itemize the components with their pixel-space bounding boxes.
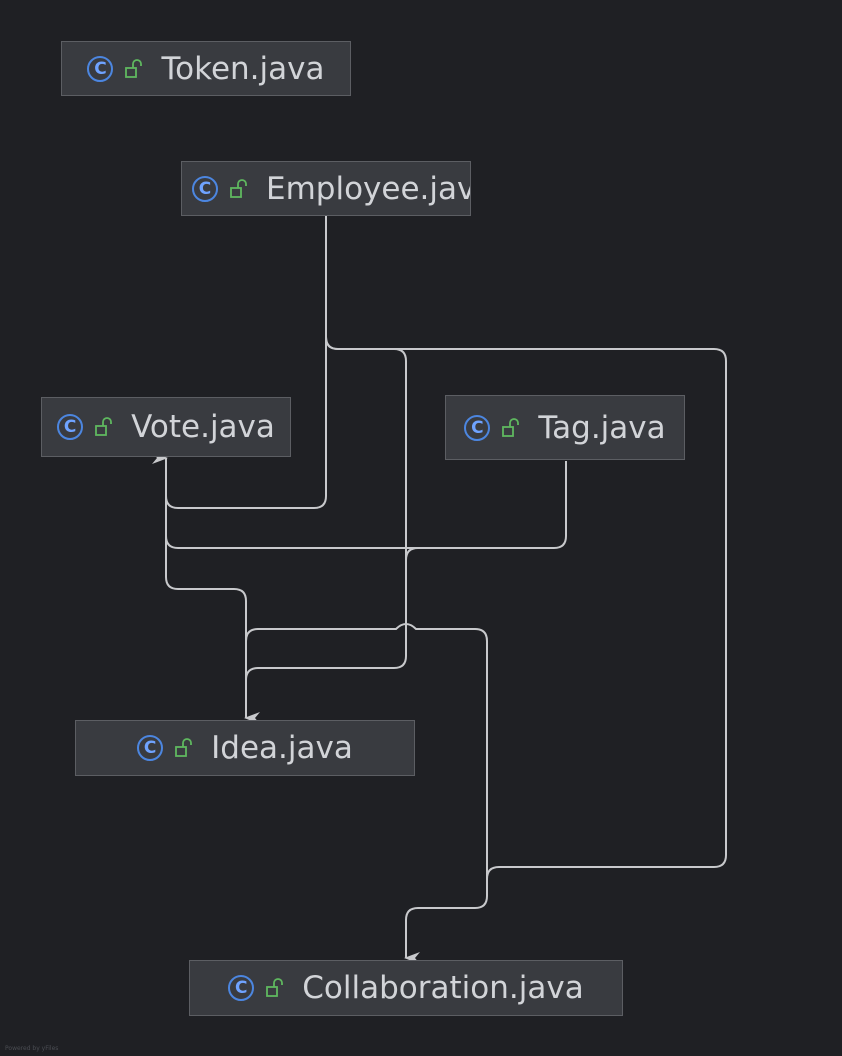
public-lock-icon xyxy=(502,417,520,437)
edge-vote-idea xyxy=(165,458,247,718)
public-lock-icon xyxy=(266,978,284,997)
edge-tag-vote xyxy=(165,458,567,549)
class-icon: C xyxy=(137,735,164,761)
uml-diagram-canvas: C Token.java C Employee.jav C Vote.java … xyxy=(0,0,842,1056)
class-icon: C xyxy=(464,414,491,441)
class-node-vote[interactable]: C Vote.java xyxy=(41,397,291,457)
node-label: Tag.java xyxy=(538,409,666,446)
public-lock-icon xyxy=(125,58,143,78)
edge-employee-vote xyxy=(152,216,327,509)
class-node-tag[interactable]: C Tag.java xyxy=(445,395,685,460)
node-label: Token.java xyxy=(161,50,325,87)
public-lock-icon xyxy=(175,738,193,757)
public-lock-icon xyxy=(95,417,112,436)
edge-employee-collaboration xyxy=(325,216,727,964)
node-label: Employee.jav xyxy=(266,170,471,207)
node-label: Idea.java xyxy=(211,730,353,766)
node-label: Vote.java xyxy=(131,409,275,445)
edge-tag-idea xyxy=(405,547,554,620)
class-node-token[interactable]: C Token.java xyxy=(61,41,351,96)
class-icon: C xyxy=(87,55,114,82)
class-icon: C xyxy=(57,414,84,440)
class-icon: C xyxy=(192,175,218,202)
class-node-idea[interactable]: C Idea.java xyxy=(75,720,415,776)
powered-by-footer: Powered by yFiles xyxy=(5,1045,59,1052)
node-label: Collaboration.java xyxy=(302,970,584,1006)
class-node-collaboration[interactable]: C Collaboration.java xyxy=(189,960,623,1016)
public-lock-icon xyxy=(230,178,247,198)
class-icon: C xyxy=(228,975,255,1001)
class-node-employee[interactable]: C Employee.jav xyxy=(181,161,471,216)
dependency-edges xyxy=(152,216,727,964)
